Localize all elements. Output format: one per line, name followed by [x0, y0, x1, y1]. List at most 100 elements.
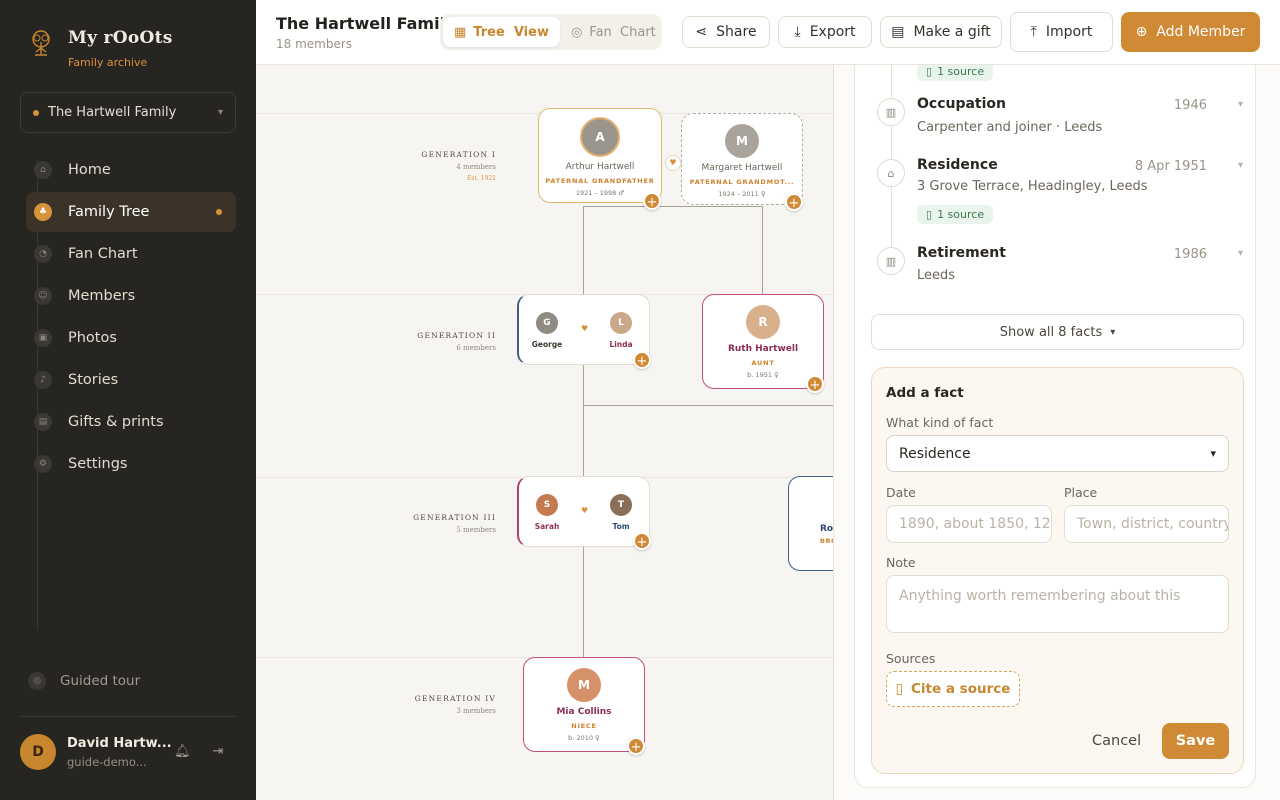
fact-title: Retirement	[917, 245, 1006, 261]
share-icon: ⋖	[695, 24, 708, 40]
add-user-icon: ⊕	[1135, 24, 1148, 40]
book-icon: ▯	[926, 208, 933, 221]
connector-line	[583, 546, 584, 658]
add-relative-button[interactable]: +	[785, 193, 803, 211]
fact-row-residence[interactable]: ⌂ Residence 8 Apr 1951 ▾ 3 Grove Terrace…	[855, 157, 1257, 227]
sidebar: My rOoOts Family archive The Hartwell Fa…	[0, 0, 256, 800]
fact-title: Occupation	[917, 96, 1007, 112]
active-dot-icon	[216, 209, 222, 215]
sidebar-item-home[interactable]: ⌂ Home	[26, 150, 236, 190]
generation-count: 3 members	[456, 707, 496, 715]
logout-icon[interactable]: ⇥	[213, 744, 224, 759]
export-button[interactable]: ⤓ Export	[778, 16, 872, 48]
source-chip[interactable]: ▯ 1 source	[917, 203, 994, 224]
person-card-mia[interactable]: M Mia Collins NIECE b. 2010 ♀	[523, 657, 645, 752]
bell-icon[interactable]: 🔔︎	[174, 744, 191, 759]
person-role: AUNT	[751, 359, 775, 367]
sidebar-item-label: Family Tree	[68, 204, 150, 220]
share-button[interactable]: ⋖ Share	[682, 16, 770, 48]
user-profile[interactable]: D David Hartw... guide-demo...	[20, 734, 172, 770]
generation-title: GENERATION I	[421, 150, 496, 159]
sidebar-item-label: Gifts & prints	[68, 414, 164, 430]
gift-icon: ▤	[891, 24, 905, 40]
tree-logo-icon	[32, 30, 50, 56]
person-george[interactable]: G George	[522, 312, 572, 349]
chevron-down-icon[interactable]: ▾	[1238, 248, 1243, 259]
tree-canvas[interactable]: GENERATION I 4 members Est. 1921 GENERAT…	[256, 65, 833, 800]
person-role: PATERNAL GRANDFATHER	[545, 177, 655, 185]
sidebar-item-fan-chart[interactable]: ◔ Fan Chart	[26, 234, 236, 274]
guided-tour-label: Guided tour	[60, 673, 141, 689]
person-card-arthur[interactable]: A Arthur Hartwell PATERNAL GRANDFATHER 1…	[538, 108, 662, 203]
person-card-rob[interactable]: Ro BRO	[788, 476, 833, 571]
sidebar-item-photos[interactable]: ▣ Photos	[26, 318, 236, 358]
sidebar-item-settings[interactable]: ⚙ Settings	[26, 444, 236, 484]
chevron-down-icon[interactable]: ▾	[1238, 99, 1243, 110]
date-input[interactable]: 1890, about 1850, 12	[886, 505, 1052, 543]
add-member-button[interactable]: ⊕ Add Member	[1121, 12, 1260, 52]
heart-icon: ♥	[665, 155, 681, 171]
generation-label: GENERATION IV 3 members	[396, 694, 496, 715]
source-chip[interactable]: ▯ 1 source	[917, 65, 994, 81]
show-all-facts-button[interactable]: Show all 8 facts ▾	[871, 314, 1244, 350]
make-gift-button[interactable]: ▤ Make a gift	[880, 16, 1002, 48]
couple-card-sarah-tom[interactable]: S Sarah ♥ T Tom	[517, 476, 650, 547]
app-window: My rOoOts Family archive The Hartwell Fa…	[0, 0, 1280, 800]
person-years: 1921 – 1998 ♂	[575, 189, 625, 197]
avatar: S	[536, 494, 558, 516]
sidebar-item-members[interactable]: ☺ Members	[26, 276, 236, 316]
connector-line	[583, 206, 763, 207]
download-icon: ⤓	[794, 24, 801, 40]
person-role: NIECE	[571, 722, 597, 730]
fact-title: Residence	[917, 157, 998, 173]
add-relative-button[interactable]: +	[806, 375, 824, 393]
book-icon: ▯	[895, 681, 904, 697]
share-label: Share	[716, 24, 757, 40]
save-button[interactable]: Save	[1162, 723, 1229, 759]
add-relative-button[interactable]: +	[643, 192, 661, 210]
cite-label: Cite a source	[911, 681, 1011, 697]
family-selector[interactable]: The Hartwell Family ▾	[20, 92, 236, 133]
person-name: Mia Collins	[556, 707, 612, 717]
family-selector-value: The Hartwell Family	[48, 105, 177, 120]
fact-date: 1946	[1173, 98, 1207, 113]
gift-label: Make a gift	[913, 24, 991, 40]
add-relative-button[interactable]: +	[633, 351, 651, 369]
person-linda[interactable]: L Linda	[596, 312, 646, 349]
add-relative-button[interactable]: +	[627, 737, 645, 755]
person-name: Tom	[612, 522, 630, 531]
brand[interactable]: My rOoOts Family archive	[26, 28, 173, 69]
note-textarea[interactable]: Anything worth remembering about this	[886, 575, 1229, 633]
cancel-button[interactable]: Cancel	[1092, 733, 1141, 749]
members-icon: ☺	[34, 287, 52, 305]
avatar: R	[746, 305, 780, 339]
person-card-ruth[interactable]: R Ruth Hartwell AUNT b. 1951 ♀	[702, 294, 824, 389]
generation-title: GENERATION IV	[414, 694, 496, 703]
fact-kind-select[interactable]: Residence ▾	[886, 435, 1229, 472]
person-name: Margaret Hartwell	[701, 163, 783, 173]
add-relative-button[interactable]: +	[633, 532, 651, 550]
import-button[interactable]: ⤒ Import	[1010, 12, 1113, 52]
person-tom[interactable]: T Tom	[596, 494, 646, 531]
chevron-down-icon[interactable]: ▾	[1238, 160, 1243, 171]
person-card-margaret[interactable]: M Margaret Hartwell PATERNAL GRANDMOT...…	[681, 113, 803, 205]
fact-row-occupation[interactable]: ▥ Occupation 1946 ▾ Carpenter and joiner…	[855, 96, 1257, 146]
sidebar-item-gifts[interactable]: ▤ Gifts & prints	[26, 402, 236, 442]
sidebar-item-label: Stories	[68, 372, 119, 388]
user-name: David Hartw...	[67, 735, 172, 751]
export-label: Export	[809, 24, 856, 40]
generation-extra: Est. 1921	[467, 175, 496, 182]
tab-fan-chart[interactable]: ◎ Fan Chart	[560, 17, 667, 47]
place-input[interactable]: Town, district, country	[1064, 505, 1229, 543]
sidebar-item-family-tree[interactable]: ♣ Family Tree	[26, 192, 236, 232]
guided-tour-button[interactable]: ◎ Guided tour	[28, 672, 140, 690]
home-icon: ⌂	[34, 161, 52, 179]
person-sarah[interactable]: S Sarah	[522, 494, 572, 531]
couple-card-george-linda[interactable]: G George ♥ L Linda	[517, 294, 650, 365]
tab-tree-view[interactable]: ▦ Tree View	[443, 17, 560, 47]
avatar: A	[580, 117, 620, 157]
user-email: guide-demo...	[67, 754, 147, 769]
cite-source-button[interactable]: ▯ Cite a source	[886, 671, 1020, 707]
sidebar-item-stories[interactable]: ♪ Stories	[26, 360, 236, 400]
fact-row-retirement[interactable]: ▥ Retirement 1986 ▾ Leeds	[855, 245, 1257, 295]
